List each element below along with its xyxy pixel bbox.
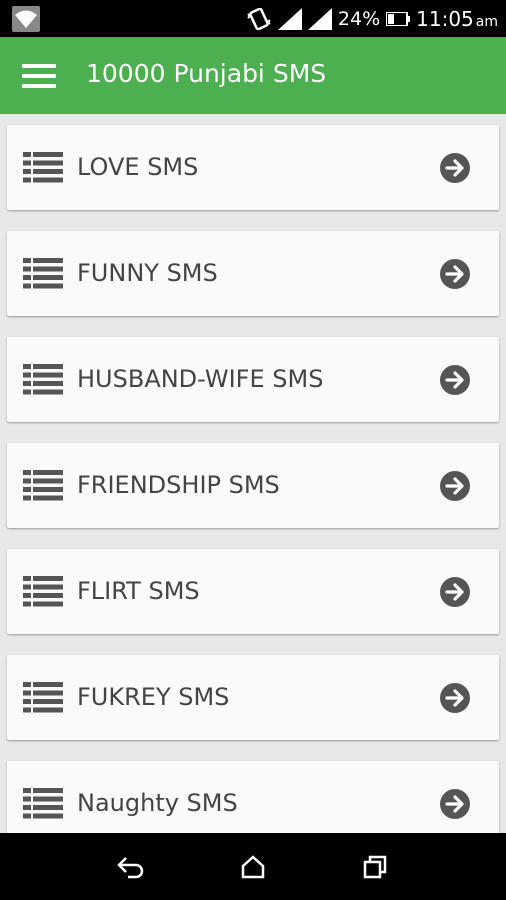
battery-icon bbox=[386, 11, 411, 26]
app-bar: 10000 Punjabi SMS bbox=[0, 37, 506, 114]
category-label: Naughty SMS bbox=[77, 789, 238, 817]
category-card[interactable]: Naughty SMS bbox=[7, 761, 499, 833]
back-icon[interactable] bbox=[111, 847, 151, 887]
hamburger-menu-icon[interactable] bbox=[22, 64, 56, 88]
vibrate-icon bbox=[247, 7, 271, 30]
arrow-right-circle-icon[interactable] bbox=[439, 258, 471, 290]
category-label: FUKREY SMS bbox=[77, 683, 230, 711]
category-card[interactable]: FLIRT SMS bbox=[7, 549, 499, 634]
status-icons: 24% 11:05 am bbox=[246, 0, 498, 37]
page-title: 10000 Punjabi SMS bbox=[86, 59, 327, 88]
navigation-bar bbox=[0, 833, 506, 900]
status-bar: 24% 11:05 am bbox=[0, 0, 506, 37]
time-text: 11:05 bbox=[416, 6, 474, 31]
category-card[interactable]: FRIENDSHIP SMS bbox=[7, 443, 499, 528]
arrow-right-circle-icon[interactable] bbox=[439, 152, 471, 184]
list-icon bbox=[23, 682, 63, 713]
category-card[interactable]: FUKREY SMS bbox=[7, 655, 499, 740]
category-card[interactable]: HUSBAND-WIFE SMS bbox=[7, 337, 499, 422]
category-label: FUNNY SMS bbox=[77, 259, 218, 287]
home-icon[interactable] bbox=[233, 847, 273, 887]
ampm-text: am bbox=[475, 13, 498, 30]
signal-icon bbox=[307, 7, 332, 30]
arrow-right-circle-icon[interactable] bbox=[439, 364, 471, 396]
battery-percent: 24% bbox=[337, 7, 381, 30]
list-icon bbox=[23, 258, 63, 289]
list-icon bbox=[23, 364, 63, 395]
list-icon bbox=[23, 788, 63, 819]
category-card[interactable]: LOVE SMS bbox=[7, 125, 499, 210]
arrow-right-circle-icon[interactable] bbox=[439, 470, 471, 502]
category-label: FRIENDSHIP SMS bbox=[77, 471, 280, 499]
list-icon bbox=[23, 470, 63, 501]
category-card[interactable]: FUNNY SMS bbox=[7, 231, 499, 316]
list-icon bbox=[23, 576, 63, 607]
clock: 11:05 am bbox=[416, 7, 498, 31]
category-list[interactable]: LOVE SMS FUNNY SMS HUSBAND-WIFE SMS FRIENDS… bbox=[0, 114, 506, 833]
list-icon bbox=[23, 152, 63, 183]
arrow-right-circle-icon[interactable] bbox=[439, 682, 471, 714]
arrow-right-circle-icon[interactable] bbox=[439, 576, 471, 608]
category-label: HUSBAND-WIFE SMS bbox=[77, 365, 324, 393]
category-label: LOVE SMS bbox=[77, 153, 199, 181]
recents-icon[interactable] bbox=[355, 847, 395, 887]
wifi-icon bbox=[12, 6, 40, 32]
signal-icon bbox=[277, 7, 302, 30]
arrow-right-circle-icon[interactable] bbox=[439, 788, 471, 820]
category-label: FLIRT SMS bbox=[77, 577, 200, 605]
